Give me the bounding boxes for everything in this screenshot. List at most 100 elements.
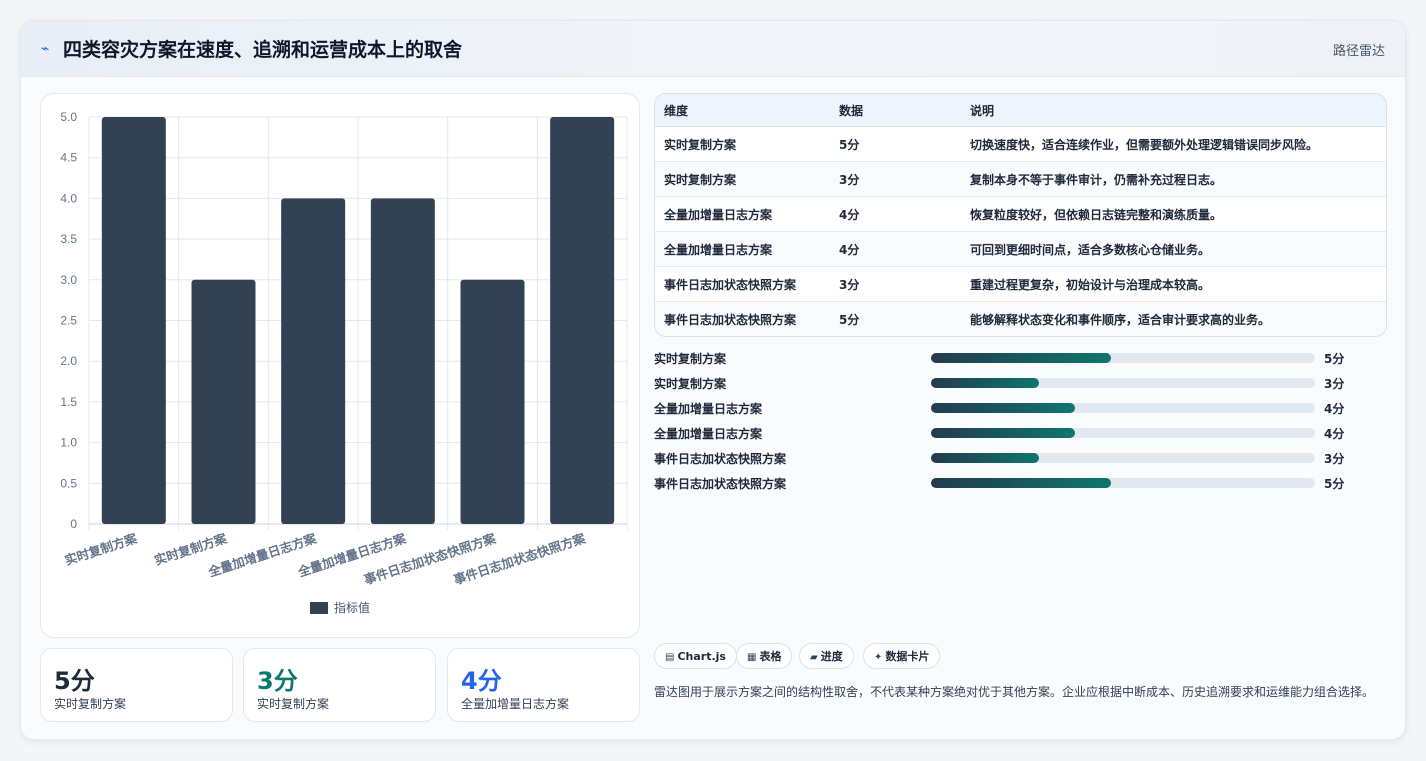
y-tick-label: 4.0	[60, 191, 77, 205]
chip-data-card[interactable]: ✦ 数据卡片	[863, 643, 941, 669]
main-card: ⌁ 四类容灾方案在速度、追溯和运营成本上的取舍 路径雷达 0 0.5 1.0 1.5 2…	[20, 20, 1406, 740]
column-header: 数据	[830, 94, 961, 127]
progress-label: 全量加增量日志方案	[654, 402, 763, 416]
stat-label: 实时复制方案	[54, 697, 127, 711]
bar-chart: 00.51.01.52.02.53.03.54.04.55.0实时复制方案 实时复…	[60, 110, 628, 615]
bar	[550, 117, 615, 524]
progress-track	[931, 378, 1315, 388]
chip-label: 数据卡片	[885, 650, 930, 663]
table-cell: 可回到更细时间点，适合多数核心仓储业务。	[961, 231, 1386, 267]
stat-label: 实时复制方案	[257, 697, 330, 711]
progress-icon: ▰	[810, 652, 818, 663]
stat-label: 全量加增量日志方案	[461, 697, 570, 711]
table-cell: 3分	[830, 161, 961, 197]
progress-row: 实时复制方案 3分	[654, 373, 1385, 393]
progress-row: 全量加增量日志方案 4分	[654, 398, 1385, 418]
stat-value: 4分	[461, 667, 502, 695]
table-row: 全量加增量日志方案 4分 恢复粒度较好，但依赖日志链完整和演练质量。	[655, 196, 1386, 232]
progress-label: 事件日志加状态快照方案	[654, 452, 787, 466]
chip-label: Chart.js	[677, 650, 726, 663]
progress-row: 事件日志加状态快照方案 5分	[654, 473, 1385, 493]
bar	[101, 117, 166, 524]
bar	[191, 279, 256, 524]
table-cell: 实时复制方案	[655, 126, 830, 162]
progress-label: 实时复制方案	[654, 352, 727, 366]
progress-label: 事件日志加状态快照方案	[654, 477, 787, 491]
progress-label: 实时复制方案	[654, 377, 727, 391]
table-cell: 全量加增量日志方案	[655, 196, 830, 232]
table-header-row: 维度 数据 说明	[655, 94, 1386, 127]
progress-value: 3分	[1324, 377, 1345, 391]
table-cell: 5分	[839, 312, 860, 327]
table-cell: 事件日志加状态快照方案	[655, 266, 830, 302]
progress-fill	[931, 403, 1075, 413]
page-title: 四类容灾方案在速度、追溯和运营成本上的取舍	[63, 39, 463, 61]
progress-value: 4分	[1324, 402, 1345, 416]
chip-label: 进度	[820, 650, 843, 663]
progress-track	[931, 403, 1315, 413]
bar	[281, 198, 346, 524]
table-cell: 能够解释状态变化和事件顺序，适合审计要求高的业务。	[970, 312, 1271, 327]
card-header: ⌁ 四类容灾方案在速度、追溯和运营成本上的取舍 路径雷达	[21, 21, 1405, 77]
stat-card: 5分 实时复制方案	[40, 648, 233, 722]
y-tick-label: 0	[70, 517, 77, 531]
table-cell: 实时复制方案	[655, 161, 830, 197]
progress-label: 全量加增量日志方案	[654, 427, 763, 441]
progress-track	[931, 353, 1315, 363]
y-tick-label: 2.5	[60, 314, 77, 328]
table-row: 实时复制方案 3分 复制本身不等于事件审计，仍需补充过程日志。	[655, 161, 1386, 197]
table-cell: 5分	[830, 126, 961, 162]
progress-track	[931, 478, 1315, 488]
progress-fill	[931, 428, 1075, 438]
pulse-icon: ⌁	[41, 41, 50, 57]
table-cell: 切换速度快，适合连续作业，但需要额外处理逻辑错误同步风险。	[961, 126, 1386, 162]
progress-fill	[931, 453, 1039, 463]
legend-swatch	[310, 602, 328, 614]
progress-track	[931, 428, 1315, 438]
table-cell: 恢复粒度较好，但依赖日志链完整和演练质量。	[961, 196, 1386, 232]
x-tick-label: 实时复制方案	[63, 530, 139, 568]
chip-label: 表格	[759, 650, 782, 663]
y-tick-label: 2.0	[60, 354, 77, 368]
footnote: 雷达图用于展示方案之间的结构性取舍，不代表某种方案绝对优于其他方案。企业应根据中…	[654, 685, 1375, 699]
chip-table[interactable]: ▦ 表格	[736, 643, 793, 669]
table-cell: 事件日志加状态快照方案	[664, 312, 797, 327]
progress-fill	[931, 353, 1112, 363]
data-table: 维度 数据 说明 实时复制方案 5分 切换速度快，适合连续作业，但需要额外处理逻…	[654, 93, 1387, 337]
progress-fill	[931, 478, 1112, 488]
chart-icon: ▤	[665, 652, 675, 663]
column-header: 维度	[655, 94, 830, 127]
bar	[460, 279, 525, 524]
chip-chartjs[interactable]: ▤ Chart.js	[654, 643, 737, 669]
column-header: 说明	[961, 94, 1386, 127]
stat-value: 3分	[257, 667, 298, 695]
table-cell: 全量加增量日志方案	[655, 231, 830, 267]
y-tick-label: 4.5	[60, 151, 77, 165]
progress-row: 全量加增量日志方案 4分	[654, 423, 1385, 443]
table-icon: ▦	[747, 652, 757, 663]
y-tick-label: 3.5	[60, 232, 77, 246]
progress-value: 5分	[1324, 477, 1345, 491]
table-row: 事件日志加状态快照方案 5分 能够解释状态变化和事件顺序，适合审计要求高的业务。	[655, 301, 1386, 336]
stat-card: 3分 实时复制方案	[243, 648, 436, 722]
chart-panel: 0 0.5 1.0 1.5 2.0 2.5 3.0 3.5 4.0 4.5 5.0 实时复制方案 实时复…	[40, 93, 640, 638]
table-row: 实时复制方案 5分 切换速度快，适合连续作业，但需要额外处理逻辑错误同步风险。	[655, 126, 1386, 162]
bar	[370, 198, 435, 524]
table-cell: 复制本身不等于事件审计，仍需补充过程日志。	[961, 161, 1386, 197]
stat-value: 5分	[54, 667, 95, 695]
y-tick-label: 1.0	[60, 436, 77, 450]
legend-label: 指标值	[334, 600, 370, 615]
progress-track	[931, 453, 1315, 463]
header-tag: 路径雷达	[1332, 44, 1385, 59]
chip-progress[interactable]: ▰ 进度	[799, 643, 854, 669]
y-tick-label: 5.0	[60, 110, 77, 124]
y-tick-label: 0.5	[60, 476, 77, 490]
table-cell: 4分	[830, 231, 961, 267]
progress-row: 实时复制方案 5分	[654, 348, 1385, 368]
table-cell: 4分	[830, 196, 961, 232]
progress-row: 事件日志加状态快照方案 3分	[654, 448, 1385, 468]
sparkle-icon: ✦	[874, 652, 883, 663]
progress-fill	[931, 378, 1039, 388]
table-cell: 重建过程更复杂，初始设计与治理成本较高。	[961, 266, 1386, 302]
table-row: 全量加增量日志方案 4分 可回到更细时间点，适合多数核心仓储业务。	[655, 231, 1386, 267]
